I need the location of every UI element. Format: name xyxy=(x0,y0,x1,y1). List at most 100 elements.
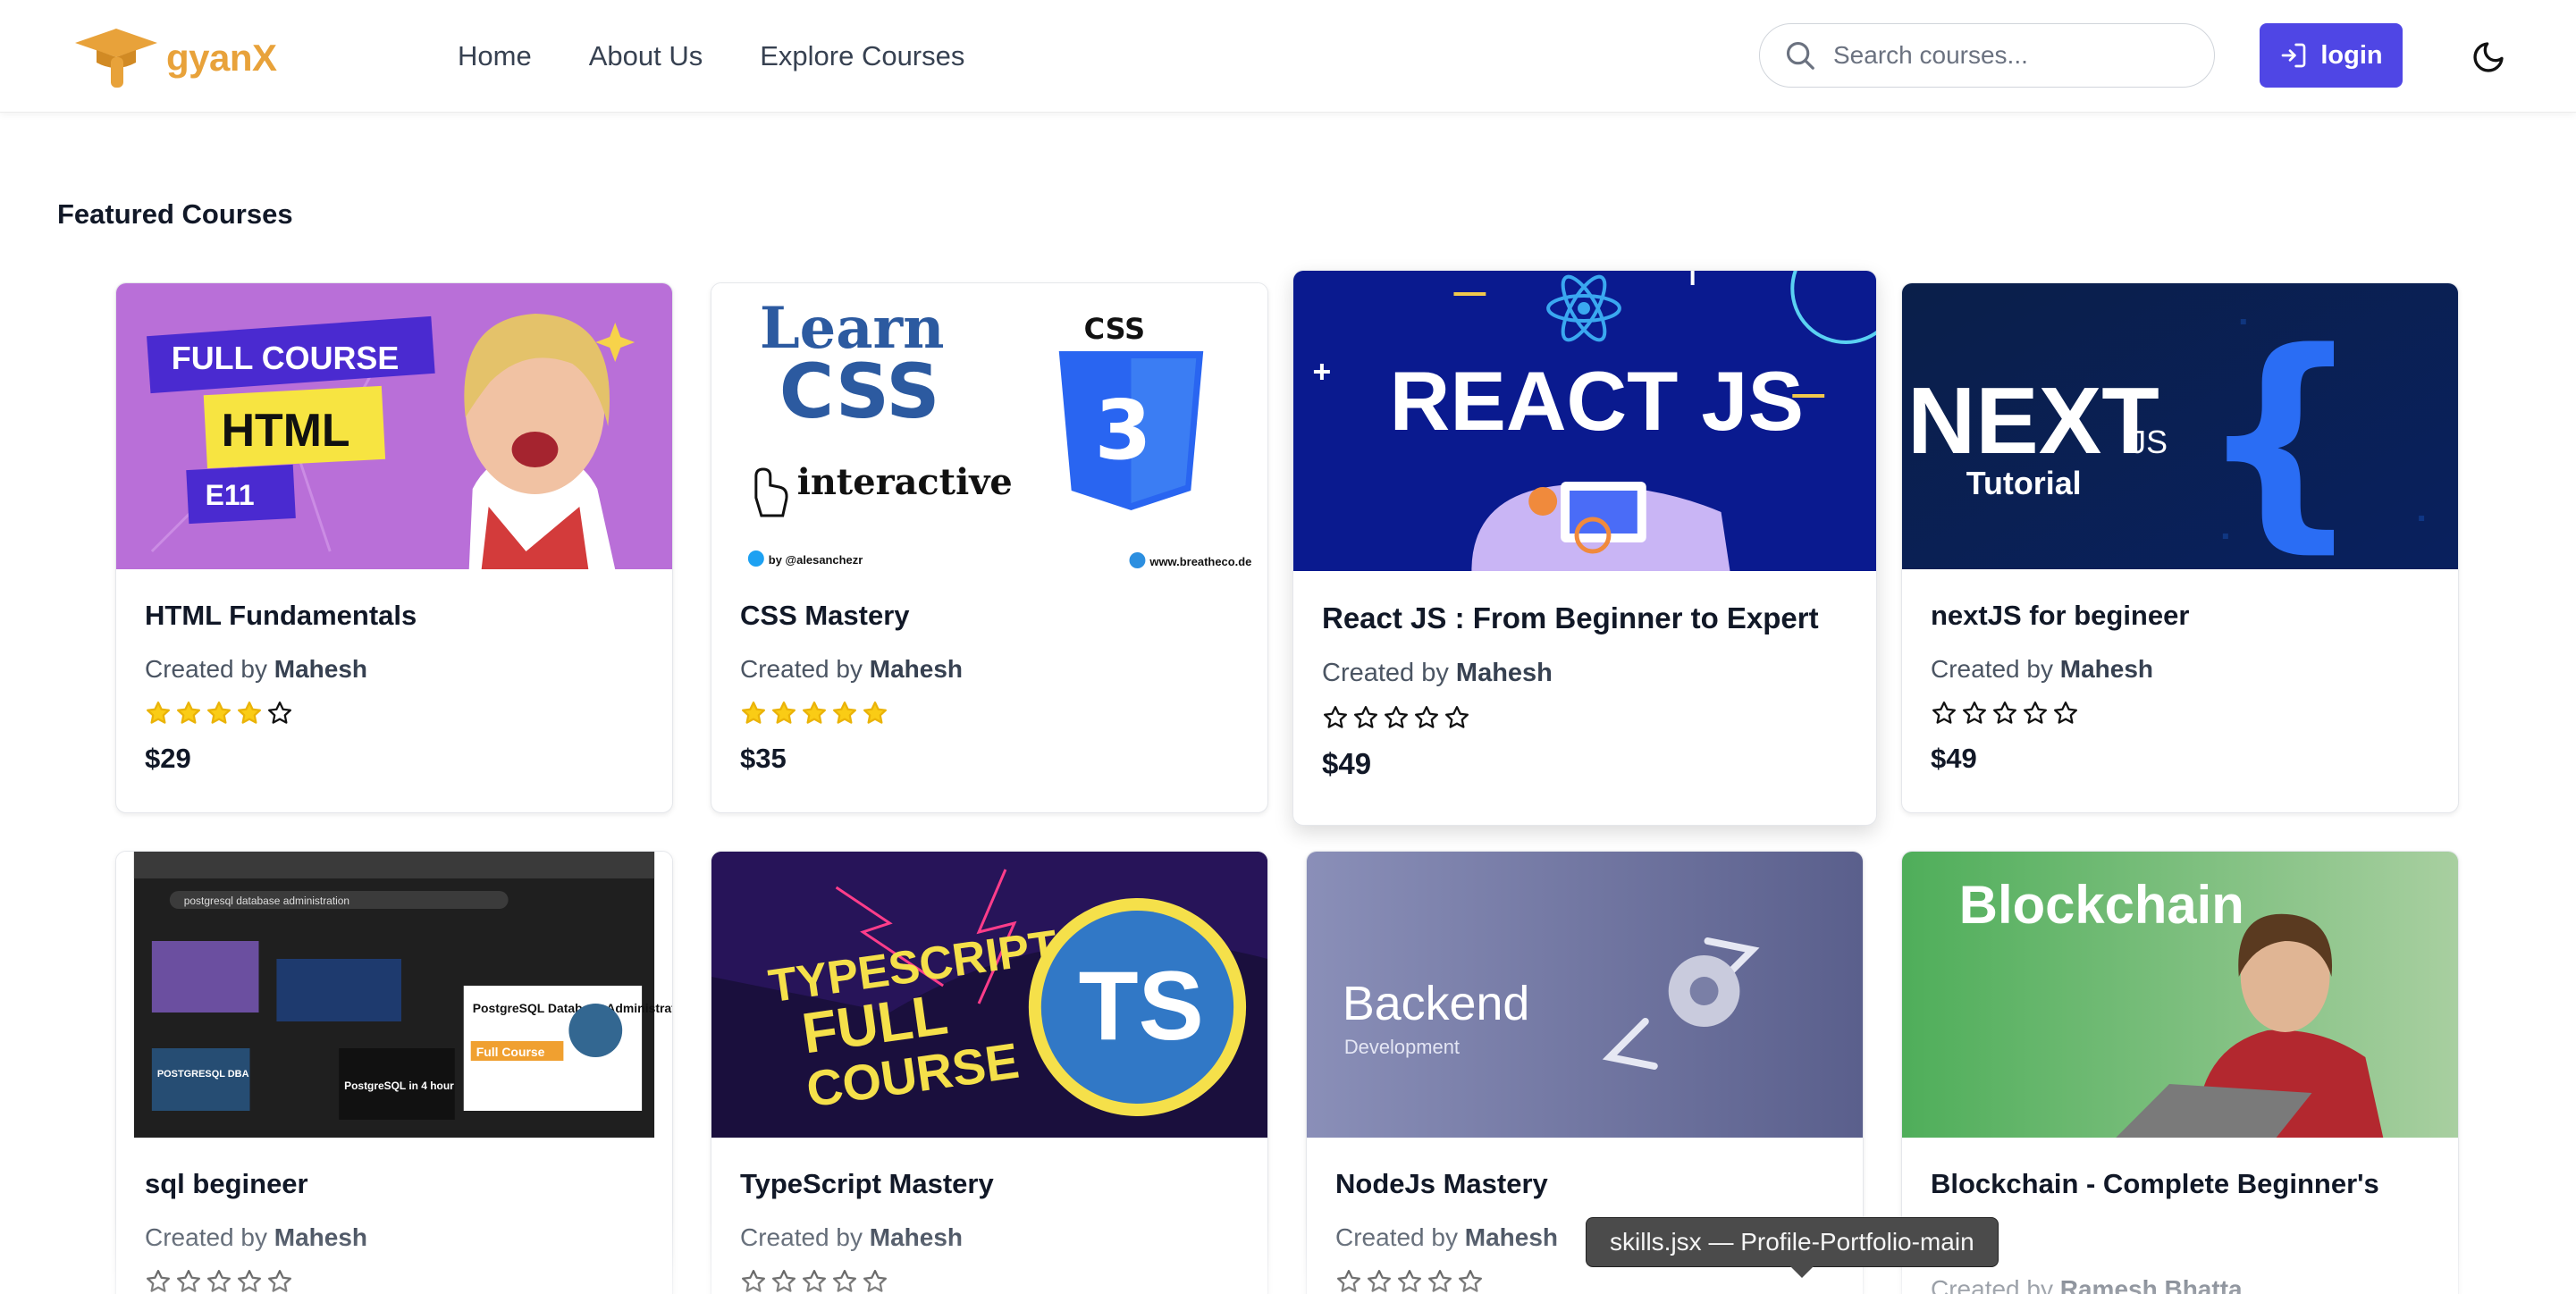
author-name: Ramesh Bhatta xyxy=(2059,1275,2243,1294)
rating-stars xyxy=(1931,700,2429,730)
star-empty-icon xyxy=(1368,1270,1391,1292)
thumb-main-text: Backend xyxy=(1343,977,1529,1030)
brand-logo[interactable]: gyanX xyxy=(70,25,277,91)
search-icon xyxy=(1786,41,1814,70)
thumb-shield-number: 3 xyxy=(1095,382,1152,478)
thumb-overlay2: Full Course xyxy=(476,1045,545,1059)
course-card[interactable]: Learn CSS interactive CSS 3 by @alesanch… xyxy=(711,282,1268,813)
thumb-overlay3: PostgreSQL in 4 hour xyxy=(344,1080,454,1092)
course-thumbnail: Learn CSS interactive CSS 3 by @alesanch… xyxy=(711,283,1267,569)
star-filled-icon xyxy=(177,702,200,724)
star-empty-icon xyxy=(833,1270,856,1292)
thumb-badge-text: FULL COURSE xyxy=(172,340,399,376)
course-title[interactable]: TypeScript Mastery xyxy=(740,1168,1239,1200)
graduation-cap-icon xyxy=(75,29,157,88)
star-filled-icon xyxy=(803,702,826,724)
created-by-label: Created by xyxy=(145,655,267,683)
author-name: Mahesh xyxy=(1455,659,1553,687)
star-filled-icon xyxy=(742,702,765,724)
nav-explore-courses[interactable]: Explore Courses xyxy=(760,34,964,79)
star-empty-icon xyxy=(1398,1270,1421,1292)
course-title[interactable]: HTML Fundamentals xyxy=(145,600,644,632)
rating-stars xyxy=(145,1268,644,1294)
course-author: Created by Mahesh xyxy=(1931,655,2429,684)
thumb-shield-label: CSS xyxy=(1084,312,1145,346)
thumb-main-text: Blockchain xyxy=(1959,875,2244,935)
course-card[interactable]: postgresql database administration Postg… xyxy=(115,851,673,1294)
course-card[interactable]: REACT JS React JS : From Beginner to Exp… xyxy=(1292,270,1877,826)
thumb-suffix-text: .JS xyxy=(2121,424,2168,460)
course-title[interactable]: nextJS for begineer xyxy=(1931,600,2429,632)
course-card[interactable]: TYPESCRIPT FULL COURSE TS TypeScript Mas… xyxy=(711,851,1268,1294)
rating-stars xyxy=(1335,1268,1834,1294)
moon-icon[interactable] xyxy=(2471,39,2506,75)
star-empty-icon xyxy=(772,1270,796,1292)
created-by-label: Created by xyxy=(1322,659,1449,687)
dock-tooltip: skills.jsx — Profile-Portfolio-main xyxy=(1586,1217,1999,1267)
section-title: Featured Courses xyxy=(57,198,293,230)
rating-stars xyxy=(145,700,644,730)
star-empty-icon xyxy=(177,1270,200,1292)
star-empty-icon xyxy=(1415,706,1438,728)
course-author: Created by Mahesh xyxy=(740,655,1239,684)
author-name: Mahesh xyxy=(2059,655,2153,683)
course-card[interactable]: FULL COURSE HTML E11 HTML Fundamentals C… xyxy=(115,282,673,813)
thumb-search-text: postgresql database administration xyxy=(184,895,349,907)
star-empty-icon xyxy=(207,1270,231,1292)
course-price: $35 xyxy=(740,743,787,774)
star-empty-icon xyxy=(863,1270,887,1292)
navbar: gyanX Home About Us Explore Courses logi… xyxy=(0,0,2576,113)
course-title[interactable]: Blockchain - Complete Beginner's xyxy=(1931,1168,2429,1200)
course-title[interactable]: sql begineer xyxy=(145,1168,644,1200)
author-name: Mahesh xyxy=(869,655,963,683)
star-empty-icon xyxy=(147,1270,170,1292)
star-empty-icon xyxy=(2024,702,2047,724)
author-name: Mahesh xyxy=(1464,1223,1558,1251)
course-thumbnail: FULL COURSE HTML E11 xyxy=(116,283,672,569)
star-filled-icon xyxy=(772,702,796,724)
star-filled-icon xyxy=(147,702,170,724)
search-box xyxy=(1759,23,2215,88)
rating-stars xyxy=(740,700,1239,730)
course-thumbnail: NEXT .JS Tutorial { } xyxy=(1902,283,2458,569)
star-empty-icon xyxy=(1993,702,2016,724)
star-empty-icon xyxy=(2054,702,2077,724)
star-empty-icon xyxy=(1324,706,1347,728)
star-empty-icon xyxy=(268,1270,291,1292)
course-thumbnail: TYPESCRIPT FULL COURSE TS xyxy=(711,852,1267,1138)
nav-about-us[interactable]: About Us xyxy=(589,34,703,79)
star-empty-icon xyxy=(803,1270,826,1292)
nav-links: Home About Us Explore Courses xyxy=(458,34,964,79)
thumb-main-text: REACT JS xyxy=(1390,354,1804,448)
login-button[interactable]: login xyxy=(2260,23,2403,88)
course-title[interactable]: CSS Mastery xyxy=(740,600,1239,632)
course-price: $49 xyxy=(1322,747,1372,780)
thumb-main-text: HTML xyxy=(222,405,350,457)
created-by-label: Created by xyxy=(1931,655,2053,683)
nav-home[interactable]: Home xyxy=(458,34,532,79)
course-thumbnail: postgresql database administration Postg… xyxy=(116,852,672,1138)
author-name: Mahesh xyxy=(869,1223,963,1251)
course-author: Created by Mahesh xyxy=(145,655,644,684)
svg-text:{ }: { } xyxy=(2198,303,2458,569)
course-price: $49 xyxy=(1931,743,1977,774)
star-empty-icon xyxy=(1385,706,1408,728)
course-thumbnail: Backend Development xyxy=(1307,852,1863,1138)
created-by-label: Created by xyxy=(1335,1223,1458,1251)
course-title[interactable]: React JS : From Beginner to Expert xyxy=(1322,601,1848,635)
login-arrow-icon xyxy=(2282,43,2306,68)
star-filled-icon xyxy=(238,702,261,724)
course-author: Created by Mahesh xyxy=(740,1223,1239,1252)
thumb-sub-text: E11 xyxy=(206,479,255,511)
author-name: Mahesh xyxy=(274,1223,367,1251)
course-author: Created by Mahesh xyxy=(145,1223,644,1252)
brand-name: gyanX xyxy=(166,37,277,79)
course-title[interactable]: NodeJs Mastery xyxy=(1335,1168,1834,1200)
course-card[interactable]: NEXT .JS Tutorial { } nextJS for beginee… xyxy=(1901,282,2459,813)
thumb-overlay4: POSTGRESQL DBA xyxy=(157,1069,249,1080)
star-empty-icon xyxy=(742,1270,765,1292)
search-input[interactable] xyxy=(1833,41,2191,70)
login-label: login xyxy=(2320,40,2383,70)
thumb-line3: interactive xyxy=(797,462,1013,503)
thumb-overlay1: PostgreSQL Database Administration xyxy=(473,1001,672,1015)
